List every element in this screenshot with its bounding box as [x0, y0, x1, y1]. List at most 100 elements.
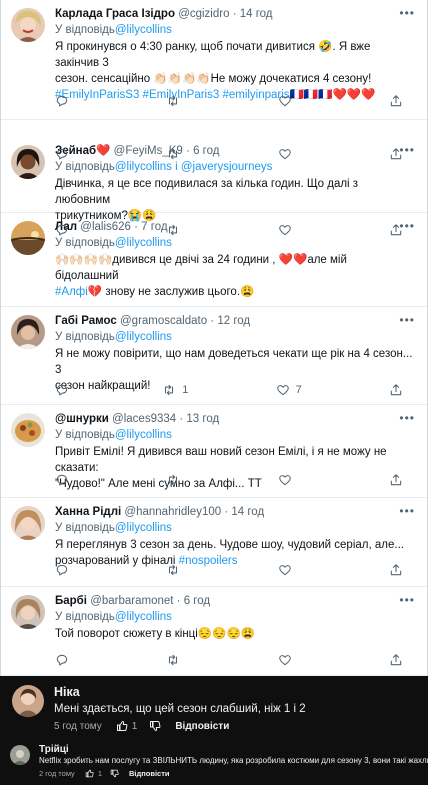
share-button[interactable]: [389, 653, 409, 667]
reply-prefix: У відповідь: [55, 161, 115, 173]
like-count: 1: [97, 769, 102, 778]
like-button[interactable]: 7: [276, 383, 302, 397]
retweet-icon: [166, 653, 180, 667]
display-name[interactable]: Ханна Рідлі: [55, 506, 121, 518]
user-handle[interactable]: @laces9334: [112, 413, 176, 425]
share-button[interactable]: [389, 473, 409, 487]
reply-button[interactable]: [55, 473, 75, 487]
tweet-line: 🙌🏻🙌🏻🙌🏻🙌🏻дивився це двічі за 24 години , …: [55, 252, 413, 284]
separator-dot: ·: [229, 8, 240, 20]
share-button[interactable]: [389, 383, 409, 397]
like-button[interactable]: [278, 147, 298, 161]
share-button[interactable]: [389, 223, 409, 237]
avatar[interactable]: [11, 8, 45, 42]
timestamp[interactable]: 12 год: [217, 315, 250, 327]
retweet-button[interactable]: [166, 473, 186, 487]
reply-icon: [55, 473, 69, 487]
tweet-actions: [55, 562, 409, 578]
tweet-body: Ханна Рідлі @hannahridley100 · 14 год У в…: [55, 504, 413, 569]
tweet: ••• Карлада Граса Ізідро @cgizidro · 14 г…: [1, 0, 427, 120]
avatar[interactable]: [11, 145, 45, 179]
reply-prefix: У відповідь: [55, 237, 115, 249]
like-button[interactable]: [278, 223, 298, 237]
comment-author[interactable]: Ніка: [54, 685, 80, 699]
reply-mention[interactable]: @lilycollins: [115, 24, 172, 36]
comment-meta: 5 год тому 1 Відповісти: [54, 720, 229, 732]
avatar[interactable]: [11, 413, 45, 447]
reply-button[interactable]: [55, 383, 75, 397]
tweet-text-segment: Дівчинка, я це все подивилася за кілька …: [55, 178, 359, 206]
reply-mention[interactable]: @lilycollins: [115, 237, 172, 249]
like-button[interactable]: [278, 653, 298, 667]
share-icon: [389, 383, 403, 397]
tweet-text-segment: сезон. сенсаційно 👏🏻👏🏻👏🏻👏🏻Не можу дочека…: [55, 73, 372, 85]
retweet-button[interactable]: [166, 223, 186, 237]
reply-button[interactable]: Відповісти: [129, 769, 170, 778]
reply-mention[interactable]: @lilycollins і @javerysjourneys: [115, 161, 273, 173]
share-button[interactable]: [389, 94, 409, 108]
like-icon: [278, 653, 292, 667]
avatar[interactable]: [11, 506, 45, 540]
retweet-icon: [166, 563, 180, 577]
timestamp[interactable]: 13 год: [186, 413, 219, 425]
tweet-text-segment: 🙌🏻🙌🏻🙌🏻🙌🏻дивився це двічі за 24 години , …: [55, 254, 347, 282]
youtube-comment: Трійці Netflix зробить нам послугу та ЗВ…: [0, 738, 428, 785]
user-handle[interactable]: @gramoscaldato: [120, 315, 207, 327]
dislike-button[interactable]: [149, 720, 161, 732]
share-icon: [389, 653, 403, 667]
share-button[interactable]: [389, 563, 409, 577]
reply-button[interactable]: [55, 563, 75, 577]
dislike-button[interactable]: [110, 769, 119, 778]
comment-author[interactable]: Трійці: [39, 744, 69, 755]
timestamp[interactable]: 6 год: [184, 595, 210, 607]
display-name[interactable]: Габі Рамос: [55, 315, 117, 327]
avatar[interactable]: [11, 595, 45, 629]
retweet-button[interactable]: [166, 653, 186, 667]
reply-context: У відповідь@lilycollins: [55, 236, 413, 251]
user-handle[interactable]: @barbaramonet: [90, 595, 173, 607]
avatar[interactable]: [11, 315, 45, 349]
tweet-header: Габі Рамос @gramoscaldato · 12 год: [55, 313, 413, 329]
user-handle[interactable]: @hannahridley100: [124, 506, 221, 518]
like-button[interactable]: [278, 94, 298, 108]
reply-button[interactable]: [55, 653, 75, 667]
twitter-replies: ••• Карлада Граса Ізідро @cgizidro · 14 г…: [0, 0, 428, 676]
retweet-button[interactable]: 1: [162, 383, 188, 397]
user-handle[interactable]: @cgizidro: [178, 8, 229, 20]
reply-button[interactable]: Відповісти: [175, 721, 229, 732]
reply-button[interactable]: [55, 147, 75, 161]
like-icon: [278, 473, 292, 487]
reply-icon: [55, 653, 69, 667]
like-button[interactable]: 1: [85, 769, 102, 778]
tweet: ••• Габі Рамос @gramoscaldato · 12 год У в…: [1, 307, 427, 405]
like-icon: [276, 383, 290, 397]
reply-mention[interactable]: @lilycollins: [115, 331, 172, 343]
like-button[interactable]: 1: [116, 720, 137, 732]
retweet-icon: [166, 94, 180, 108]
display-name[interactable]: Барбі: [55, 595, 87, 607]
display-name[interactable]: Карлада Граса Ізідро: [55, 8, 175, 20]
avatar[interactable]: [12, 685, 44, 717]
avatar[interactable]: [10, 745, 30, 765]
reply-mention[interactable]: @lilycollins: [115, 611, 172, 623]
share-button[interactable]: [389, 147, 409, 161]
share-icon: [389, 473, 403, 487]
reply-icon: [55, 563, 69, 577]
thumb-up-icon: [85, 769, 94, 778]
timestamp[interactable]: 14 год: [240, 8, 273, 20]
reply-button[interactable]: [55, 94, 75, 108]
timestamp[interactable]: 14 год: [231, 506, 264, 518]
retweet-button[interactable]: [166, 563, 186, 577]
like-button[interactable]: [278, 563, 298, 577]
reply-mention[interactable]: @lilycollins: [115, 522, 172, 534]
comment-time: 2 год тому: [39, 769, 75, 778]
avatar[interactable]: [11, 221, 45, 255]
tweet-line: Дівчинка, я це все подивилася за кілька …: [55, 176, 413, 208]
display-name[interactable]: @шнурки: [55, 413, 109, 425]
retweet-button[interactable]: [166, 147, 186, 161]
reply-mention[interactable]: @lilycollins: [115, 429, 172, 441]
reply-button[interactable]: [55, 223, 75, 237]
like-button[interactable]: [278, 473, 298, 487]
hashtag-link[interactable]: #Алфі💔: [55, 286, 102, 298]
retweet-button[interactable]: [166, 94, 186, 108]
